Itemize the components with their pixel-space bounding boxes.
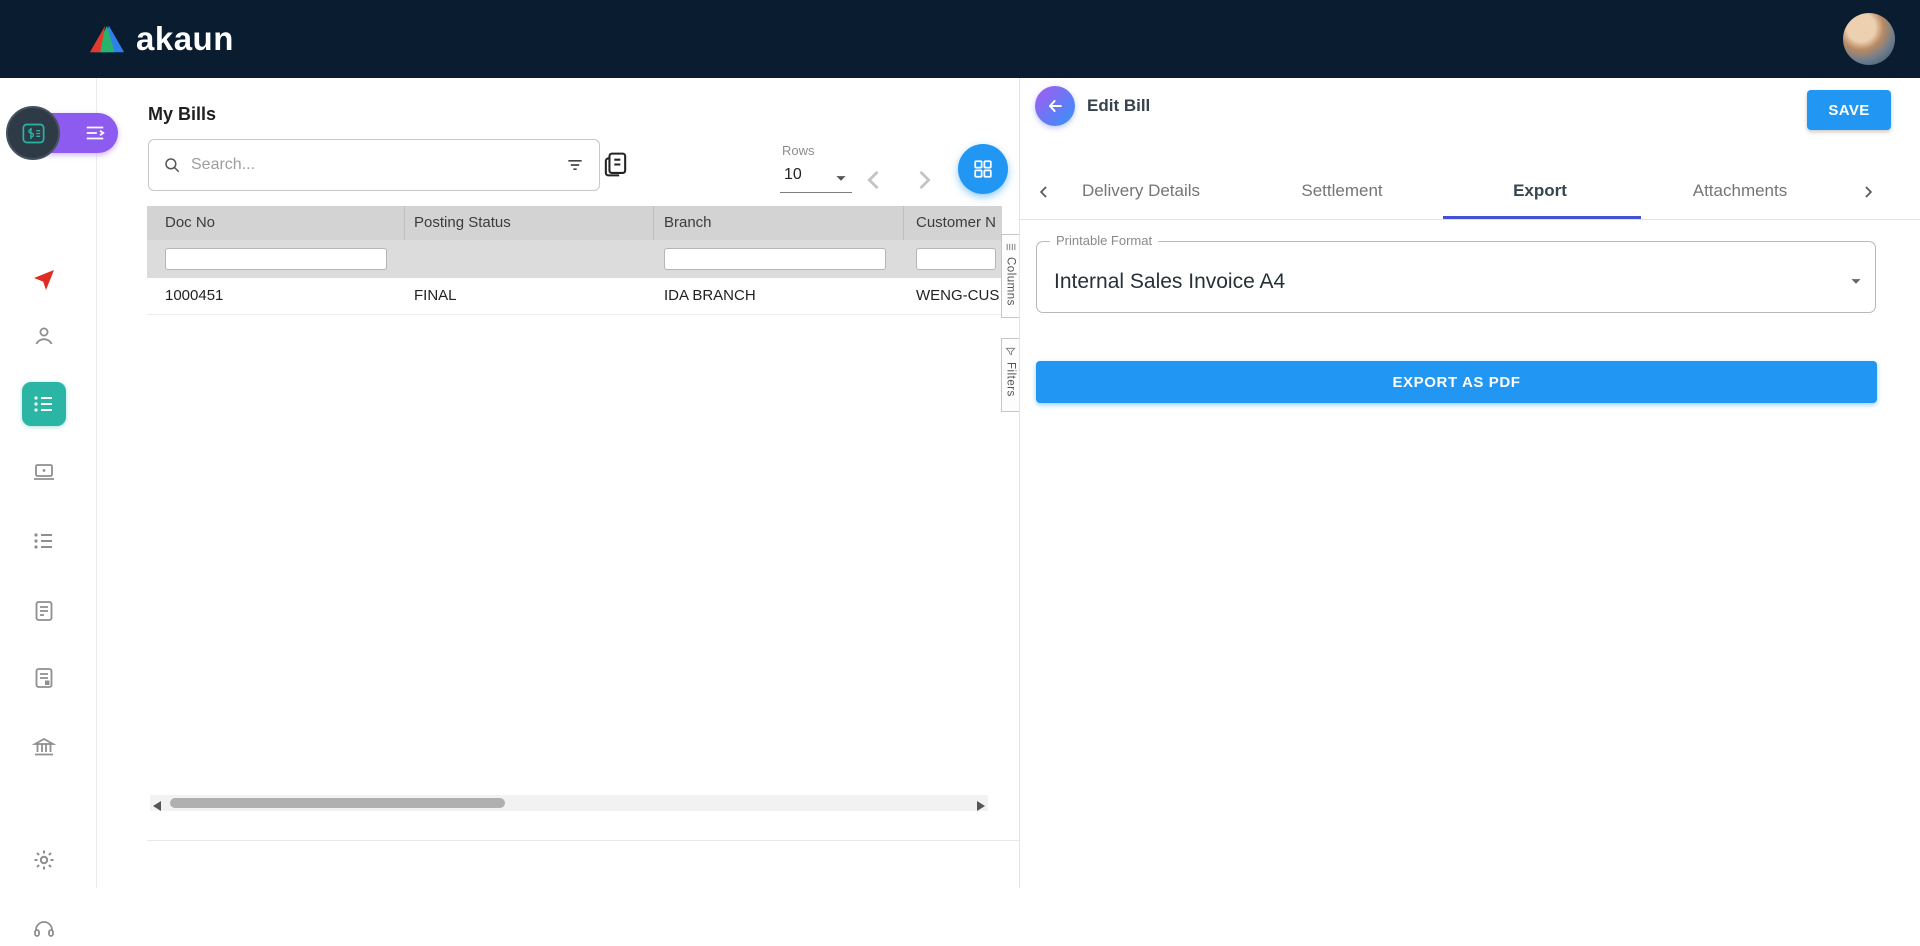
column-header-posting-status[interactable]: Posting Status — [414, 206, 644, 240]
cell-doc-no: 1000451 — [165, 278, 395, 314]
panel-divider — [1019, 78, 1020, 888]
topbar: akaun — [0, 0, 1920, 78]
edit-bill-title: Edit Bill — [1087, 96, 1150, 116]
tabs-scroll-right-button[interactable] — [1858, 182, 1878, 202]
user-avatar[interactable] — [1843, 13, 1895, 65]
table-header-row: Doc No Posting Status Branch Customer N — [147, 206, 1002, 240]
scroll-right-arrow-icon[interactable] — [977, 798, 985, 816]
sidebar-item-headset-icon[interactable] — [32, 917, 56, 941]
tab-delivery-details[interactable]: Delivery Details — [1082, 181, 1200, 201]
filters-tab-label: Filters — [1005, 362, 1017, 397]
cell-customer: WENG-CUS — [916, 278, 1002, 314]
pages-icon — [601, 150, 630, 179]
printable-format-label: Printable Format — [1050, 233, 1158, 248]
chevron-left-icon — [1034, 182, 1054, 202]
logo-triangle-icon — [88, 23, 126, 55]
sidebar-item-bills-active[interactable] — [22, 382, 66, 426]
sidebar-item-laptop-icon[interactable] — [32, 460, 56, 484]
grid-icon — [972, 158, 994, 180]
table-row[interactable]: 1000451 FINAL IDA BRANCH WENG-CUS — [147, 278, 1002, 315]
horizontal-scrollbar[interactable] — [150, 795, 988, 811]
sidebar-item-send-icon[interactable] — [32, 266, 56, 290]
rows-per-page-select[interactable]: 10 — [780, 162, 852, 193]
sidebar-item-gear-icon[interactable] — [32, 848, 56, 872]
caret-down-icon — [830, 167, 852, 189]
column-header-branch[interactable]: Branch — [664, 206, 894, 240]
sidebar-item-bank-icon[interactable] — [32, 735, 56, 759]
ledger-app-button[interactable] — [6, 106, 60, 160]
scroll-left-arrow-icon[interactable] — [153, 798, 161, 816]
sidebar-item-person-icon[interactable] — [32, 324, 56, 348]
search-input[interactable] — [189, 155, 565, 175]
filter-sort-icon[interactable] — [565, 155, 585, 175]
akaun-logo: akaun — [88, 20, 234, 58]
funnel-icon — [1005, 346, 1016, 357]
chevron-right-icon — [1858, 182, 1878, 202]
column-header-doc-no[interactable]: Doc No — [165, 206, 395, 240]
search-box — [148, 139, 600, 191]
tabs-bottom-border — [1019, 219, 1920, 220]
cell-posting-status: FINAL — [414, 278, 644, 314]
brand-name: akaun — [136, 20, 234, 58]
sidebar — [0, 78, 97, 888]
save-button[interactable]: SAVE — [1807, 90, 1891, 130]
sidebar-item-list-icon[interactable] — [32, 529, 56, 553]
cell-branch: IDA BRANCH — [664, 278, 894, 314]
tab-export[interactable]: Export — [1513, 181, 1567, 201]
back-button[interactable] — [1035, 86, 1075, 126]
columns-tab-label: Columns — [1005, 257, 1017, 306]
dropdown-caret-icon — [1845, 270, 1867, 297]
chevron-left-icon — [860, 166, 888, 194]
chevron-right-icon — [910, 166, 938, 194]
filter-input-doc-no[interactable] — [165, 248, 387, 270]
filters-side-tab[interactable]: Filters — [1001, 338, 1019, 412]
duplicate-pages-button[interactable] — [601, 150, 630, 179]
page-title: My Bills — [148, 104, 216, 125]
column-header-customer[interactable]: Customer N — [916, 206, 1002, 240]
sidebar-item-invoice-icon[interactable] — [32, 666, 56, 690]
next-page-button[interactable] — [910, 166, 938, 194]
filter-input-branch[interactable] — [664, 248, 886, 270]
tab-attachments[interactable]: Attachments — [1693, 181, 1788, 201]
columns-side-tab[interactable]: Columns — [1001, 234, 1019, 318]
table-filter-row — [147, 240, 1002, 278]
arrow-left-icon — [1045, 96, 1065, 116]
columns-grip-icon — [1006, 242, 1016, 252]
search-icon — [163, 156, 181, 174]
bills-panel-bottom-border — [147, 840, 1019, 841]
bills-table: Doc No Posting Status Branch Customer N … — [147, 206, 1002, 840]
sidebar-item-document-icon[interactable] — [32, 599, 56, 623]
rows-per-page-label: Rows — [782, 143, 815, 158]
ledger-dollar-icon — [20, 120, 47, 147]
scrollbar-thumb[interactable] — [170, 798, 505, 808]
tab-settlement[interactable]: Settlement — [1301, 181, 1382, 201]
tabs-scroll-left-button[interactable] — [1034, 182, 1054, 202]
previous-page-button[interactable] — [860, 166, 888, 194]
filter-input-customer[interactable] — [916, 248, 996, 270]
rows-per-page-value: 10 — [784, 166, 802, 184]
printable-format-value: Internal Sales Invoice A4 — [1054, 270, 1285, 294]
grid-view-button[interactable] — [958, 144, 1008, 194]
menu-expand-icon — [84, 122, 106, 144]
active-tab-indicator — [1443, 216, 1641, 219]
export-as-pdf-button[interactable]: EXPORT AS PDF — [1036, 361, 1877, 403]
